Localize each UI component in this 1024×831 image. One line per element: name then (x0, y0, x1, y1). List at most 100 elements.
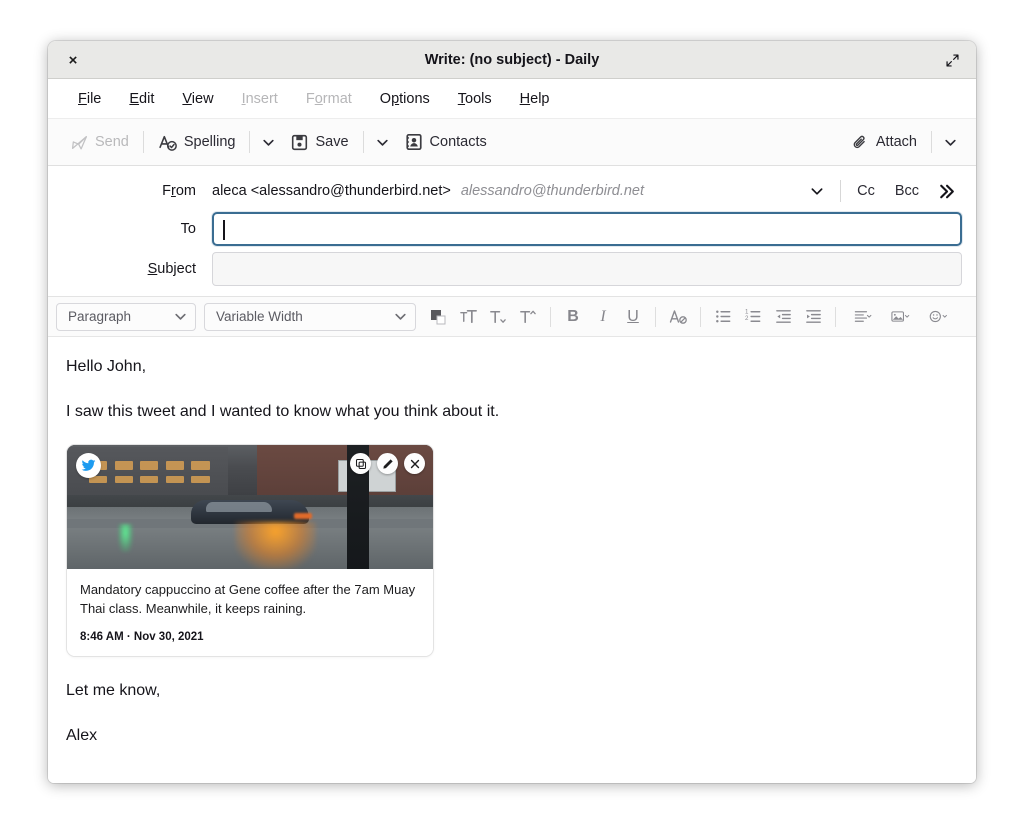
tweet-photo (67, 445, 433, 569)
message-body[interactable]: Hello John, I saw this tweet and I wante… (48, 337, 976, 783)
align-button[interactable] (844, 303, 880, 331)
highlight-color-button[interactable] (514, 303, 542, 331)
chevron-down-icon (395, 313, 406, 320)
chevron-down-icon (175, 313, 186, 320)
subject-input[interactable] (212, 252, 962, 286)
twitter-logo (76, 453, 101, 478)
photo-window (140, 476, 159, 484)
window-title: Write: (no subject) - Daily (424, 51, 600, 68)
maximize-icon (945, 53, 959, 67)
font-grow-icon (459, 309, 477, 324)
outdent-icon (775, 310, 791, 323)
format-separator-4 (835, 306, 836, 327)
contacts-label: Contacts (429, 134, 487, 150)
format-separator-3 (700, 306, 701, 327)
chevron-down-icon (376, 139, 388, 146)
format-toolbar: Paragraph Variable Width B I U 1 2 (48, 297, 976, 337)
copy-tweet-button[interactable] (350, 453, 371, 474)
from-dropdown-button[interactable] (800, 180, 834, 202)
indent-icon (805, 310, 821, 323)
paragraph-style-select[interactable]: Paragraph (56, 302, 196, 331)
menu-insert: Insert (241, 90, 278, 107)
menu-edit[interactable]: Edit (115, 87, 168, 111)
underline-button[interactable]: U (619, 303, 647, 331)
edit-tweet-button[interactable] (377, 453, 398, 474)
spellcheck-icon (159, 135, 177, 151)
tweet-card[interactable]: Mandatory cappuccino at Gene coffee afte… (66, 444, 434, 657)
toolbar-separator-1 (142, 131, 144, 153)
send-button[interactable]: Send (62, 129, 138, 156)
copy-icon (355, 458, 366, 469)
remove-tweet-button[interactable] (404, 453, 425, 474)
bcc-button[interactable]: Bcc (885, 179, 929, 203)
format-separator-1 (550, 306, 551, 327)
outdent-button[interactable] (769, 303, 797, 331)
spelling-dropdown-button[interactable] (255, 130, 282, 155)
save-dropdown-button[interactable] (369, 130, 396, 155)
photo-window (191, 461, 210, 470)
main-toolbar: Send Spelling Save Contacts Attach (48, 119, 976, 166)
twitter-bird-icon (81, 459, 96, 471)
color-swatch-icon (431, 309, 446, 324)
screen: × Write: (no subject) - Daily File Edit … (0, 0, 1024, 831)
menu-help[interactable]: Help (506, 87, 564, 111)
show-more-recipients-button[interactable] (929, 180, 962, 203)
close-icon: × (68, 51, 78, 69)
align-icon (854, 311, 871, 322)
maximize-window-button[interactable] (938, 41, 966, 79)
body-intro: I saw this tweet and I wanted to know wh… (66, 403, 500, 420)
save-label: Save (315, 134, 349, 150)
decrease-font-size-button[interactable] (484, 303, 512, 331)
clear-formatting-icon (669, 309, 687, 324)
subject-label: Subject (147, 261, 196, 277)
insert-emoji-button[interactable] (920, 303, 956, 331)
text-cursor (223, 220, 225, 240)
close-window-button[interactable]: × (56, 41, 90, 79)
numbered-list-button[interactable]: 1 2 (739, 303, 767, 331)
chevron-down-icon (811, 188, 823, 195)
photo-green-light (118, 524, 133, 552)
address-area: From aleca <alessandro@thunderbird.net> … (48, 166, 976, 297)
increase-font-size-button[interactable] (454, 303, 482, 331)
menu-tools[interactable]: Tools (444, 87, 506, 111)
bullet-list-button[interactable] (709, 303, 737, 331)
tweet-text: Mandatory cappuccino at Gene coffee afte… (80, 582, 416, 616)
to-input[interactable] (212, 212, 962, 246)
indent-button[interactable] (799, 303, 827, 331)
from-value-group[interactable]: aleca <alessandro@thunderbird.net> aless… (212, 180, 834, 202)
font-shrink-icon (489, 310, 506, 324)
italic-icon: I (600, 307, 606, 325)
bold-button[interactable]: B (559, 303, 587, 331)
menu-options[interactable]: Options (366, 87, 444, 111)
attach-button[interactable]: Attach (843, 129, 926, 156)
to-row: To (62, 212, 962, 246)
tweet-timestamp: 8:46 AM · Nov 30, 2021 (80, 630, 204, 643)
photo-light-reflection (235, 521, 316, 569)
from-identity: aleca <alessandro@thunderbird.net> (212, 183, 451, 199)
save-icon (292, 134, 308, 150)
italic-button[interactable]: I (589, 303, 617, 331)
pencil-icon (382, 458, 393, 469)
send-icon (71, 135, 88, 150)
chevron-double-right-icon (940, 184, 954, 198)
close-icon (410, 459, 419, 468)
photo-window (191, 476, 210, 484)
save-button[interactable]: Save (282, 129, 357, 156)
image-icon (891, 311, 910, 322)
insert-image-button[interactable] (882, 303, 918, 331)
from-email: alessandro@thunderbird.net (460, 183, 645, 199)
body-greeting: Hello John, (66, 358, 147, 375)
menu-file[interactable]: File (64, 87, 115, 111)
cc-button[interactable]: Cc (847, 179, 885, 203)
contacts-button[interactable]: Contacts (396, 128, 496, 156)
spelling-button[interactable]: Spelling (149, 128, 245, 157)
menu-view[interactable]: View (168, 87, 227, 111)
format-separator-2 (655, 306, 656, 327)
bullet-list-icon (715, 310, 730, 323)
body-signature: Alex (66, 726, 98, 744)
font-color-button[interactable] (424, 303, 452, 331)
remove-formatting-button[interactable] (664, 303, 692, 331)
font-family-select[interactable]: Variable Width (204, 302, 416, 331)
attach-dropdown-button[interactable] (937, 130, 964, 155)
numbered-list-icon: 1 2 (744, 309, 760, 322)
